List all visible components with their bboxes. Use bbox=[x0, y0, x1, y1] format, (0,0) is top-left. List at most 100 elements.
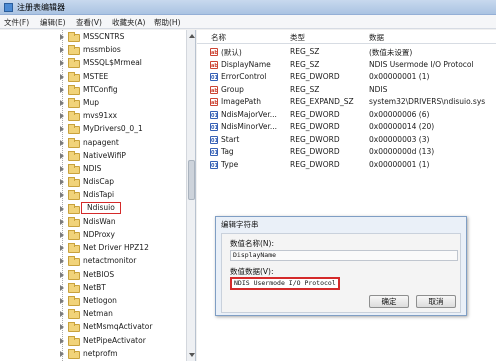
folder-icon bbox=[68, 150, 80, 161]
scroll-up-icon[interactable] bbox=[189, 34, 195, 38]
value-row[interactable]: ab (默认) REG_SZ (数值未设置) bbox=[197, 46, 496, 58]
tree-item[interactable]: netprofm bbox=[56, 348, 195, 361]
menu-view[interactable]: 查看(V) bbox=[76, 17, 102, 28]
menu-favorites[interactable]: 收藏夹(A) bbox=[112, 17, 145, 28]
column-header-data[interactable]: 数据 bbox=[369, 32, 384, 43]
tree-item[interactable]: MSSQL$Mrmeal bbox=[56, 57, 195, 71]
dialog-body: 数值名称(N): DisplayName 数值数据(V): NDIS Userm… bbox=[221, 233, 461, 313]
expand-arrow-icon[interactable] bbox=[60, 298, 64, 304]
value-row[interactable]: 01 NdisMajorVer... REG_DWORD 0x00000006 (6) bbox=[197, 109, 496, 121]
expand-arrow-icon[interactable] bbox=[60, 218, 64, 225]
value-row[interactable]: ab ImagePath REG_EXPAND_SZ system32\DRIVERS… bbox=[197, 96, 496, 108]
expand-arrow-icon[interactable] bbox=[60, 205, 64, 212]
expand-arrow-icon[interactable] bbox=[60, 126, 64, 133]
ok-button[interactable]: 确定 bbox=[369, 295, 409, 308]
tree-item[interactable]: NativeWifiP bbox=[56, 150, 195, 164]
dword-value-icon: 01 bbox=[210, 110, 218, 119]
value-data-cell: NDIS bbox=[369, 84, 388, 94]
expand-arrow-icon[interactable] bbox=[60, 324, 64, 331]
registry-key-tree[interactable]: MSSCNTRS mssmbios MSSQL$Mrmeal MSTEE MTConfi… bbox=[0, 30, 196, 361]
expand-arrow-icon[interactable] bbox=[60, 258, 64, 265]
expand-arrow-icon[interactable] bbox=[60, 311, 64, 318]
tree-item[interactable]: Netlogon bbox=[56, 295, 195, 309]
tree-item[interactable]: mvs91xx bbox=[56, 110, 195, 124]
expand-arrow-icon[interactable] bbox=[60, 113, 64, 120]
menu-file[interactable]: 文件(F) bbox=[4, 17, 29, 28]
value-name-cell: ImagePath bbox=[221, 97, 261, 106]
expand-arrow-icon[interactable] bbox=[60, 271, 64, 278]
expand-arrow-icon[interactable] bbox=[60, 86, 64, 93]
tree-item[interactable]: NetBIOS bbox=[56, 269, 195, 283]
column-header-type[interactable]: 类型 bbox=[290, 32, 305, 43]
scroll-down-icon[interactable] bbox=[189, 353, 195, 357]
expand-arrow-icon[interactable] bbox=[60, 284, 64, 291]
window-title: 注册表编辑器 bbox=[17, 3, 65, 12]
tree-item[interactable]: NetPipeActivator bbox=[56, 335, 195, 349]
folder-icon bbox=[68, 45, 80, 56]
menu-bar: 文件(F) 编辑(E) 查看(V) 收藏夹(A) 帮助(H) bbox=[0, 15, 496, 29]
column-header-name[interactable]: 名称 bbox=[211, 32, 226, 43]
expand-arrow-icon[interactable] bbox=[60, 337, 64, 344]
expand-arrow-icon[interactable] bbox=[60, 152, 64, 159]
tree-scrollbar[interactable] bbox=[186, 30, 195, 361]
value-row[interactable]: 01 ErrorControl REG_DWORD 0x00000001 (1) bbox=[197, 71, 496, 83]
tree-item-label: MSSCNTRS bbox=[83, 32, 125, 41]
expand-arrow-icon[interactable] bbox=[60, 100, 64, 106]
tree-item[interactable]: MyDrivers0_0_1 bbox=[56, 123, 195, 137]
tree-item[interactable]: Mup bbox=[56, 97, 195, 111]
tree-item[interactable]: NDProxy bbox=[56, 229, 195, 243]
expand-arrow-icon[interactable] bbox=[60, 232, 64, 238]
expand-arrow-icon[interactable] bbox=[60, 192, 64, 199]
value-name-cell: DisplayName bbox=[221, 59, 271, 69]
tree-item[interactable]: netactmonitor bbox=[56, 255, 195, 269]
expand-arrow-icon[interactable] bbox=[60, 166, 64, 172]
expand-arrow-icon[interactable] bbox=[60, 60, 64, 67]
tree-item[interactable]: NDIS bbox=[56, 163, 195, 177]
tree-item[interactable]: NdisCap bbox=[56, 176, 195, 190]
value-row[interactable]: 01 Tag REG_DWORD 0x0000000d (13) bbox=[197, 146, 496, 158]
tree-item[interactable]: MSSCNTRS bbox=[56, 31, 195, 45]
tree-item[interactable]: MTConfig bbox=[56, 84, 195, 98]
tree-item-label: napagent bbox=[83, 137, 119, 147]
expand-arrow-icon[interactable] bbox=[60, 73, 64, 80]
value-row[interactable]: 01 Start REG_DWORD 0x00000003 (3) bbox=[197, 134, 496, 146]
value-row[interactable]: 01 NdisMinorVer... REG_DWORD 0x00000014 (20… bbox=[197, 121, 496, 133]
menu-help[interactable]: 帮助(H) bbox=[154, 17, 181, 28]
value-data-cell: 0x00000003 (3) bbox=[369, 134, 430, 144]
string-value-icon: ab bbox=[210, 60, 218, 69]
value-row[interactable]: 01 Type REG_DWORD 0x00000001 (1) bbox=[197, 159, 496, 171]
expand-arrow-icon[interactable] bbox=[60, 245, 64, 252]
tree-item[interactable]: napagent bbox=[56, 137, 195, 151]
scroll-thumb[interactable] bbox=[188, 160, 195, 200]
value-data-cell: 0x00000001 (1) bbox=[369, 159, 430, 169]
value-type-cell: REG_DWORD bbox=[290, 134, 340, 144]
tree-item[interactable]: Net Driver HPZ12 bbox=[56, 242, 195, 256]
expand-arrow-icon[interactable] bbox=[60, 47, 64, 54]
expand-arrow-icon[interactable] bbox=[60, 34, 64, 40]
folder-icon bbox=[68, 348, 80, 359]
tree-item[interactable]: mssmbios bbox=[56, 44, 195, 58]
tree-item[interactable]: Ndisuio bbox=[56, 201, 195, 217]
tree-item[interactable]: NetMsmqActivator bbox=[56, 321, 195, 335]
folder-icon bbox=[68, 32, 80, 42]
dword-value-icon: 01 bbox=[210, 148, 218, 156]
folder-icon bbox=[68, 58, 80, 69]
tree-item[interactable]: NdisTapi bbox=[56, 189, 195, 203]
tree-item[interactable]: MSTEE bbox=[56, 71, 195, 85]
value-row[interactable]: ab Group REG_SZ NDIS bbox=[197, 84, 496, 96]
tree-item[interactable]: NetBT bbox=[56, 282, 195, 296]
string-value-icon: ab bbox=[210, 98, 218, 106]
expand-arrow-icon[interactable] bbox=[60, 139, 64, 146]
expand-arrow-icon[interactable] bbox=[60, 179, 64, 186]
tree-item-label: NetBIOS bbox=[83, 269, 115, 279]
value-row[interactable]: ab DisplayName REG_SZ NDIS Usermode I/O Pro… bbox=[197, 59, 496, 71]
menu-edit[interactable]: 编辑(E) bbox=[40, 17, 66, 28]
tree-item[interactable]: Netman bbox=[56, 308, 195, 322]
folder-icon bbox=[68, 124, 80, 135]
cancel-button[interactable]: 取消 bbox=[416, 295, 456, 308]
value-type-cell: REG_SZ bbox=[290, 47, 320, 56]
value-data-input[interactable]: NDIS Usermode I/O Protocol bbox=[230, 277, 340, 290]
value-type-cell: REG_DWORD bbox=[290, 109, 340, 119]
tree-item[interactable]: NdisWan bbox=[56, 216, 195, 230]
expand-arrow-icon[interactable] bbox=[60, 350, 64, 357]
